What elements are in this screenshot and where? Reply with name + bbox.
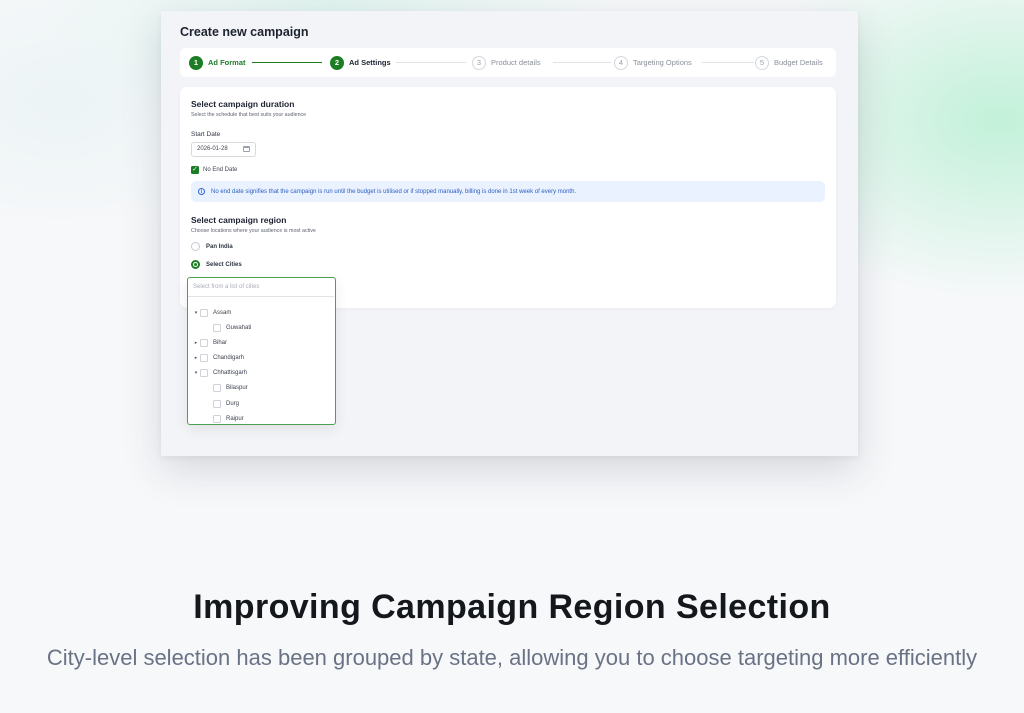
tree-item-chandigarh[interactable]: ▸ Chandigarh	[192, 353, 244, 363]
tree-checkbox[interactable]	[200, 369, 208, 377]
caret-right-icon[interactable]: ▸	[192, 355, 200, 361]
tree-item-bihar[interactable]: ▸ Bihar	[192, 338, 227, 348]
tree-label: Raipur	[226, 416, 244, 422]
step-number: 5	[755, 55, 769, 70]
start-date-value: 2026-01-28	[197, 146, 228, 152]
city-dropdown[interactable]: Select from a list of cities ▾ Assam Guw…	[187, 277, 336, 425]
caret-right-icon[interactable]: ▸	[192, 340, 200, 346]
step-label: Ad Format	[208, 58, 246, 67]
radio-button[interactable]	[191, 242, 200, 251]
step-connector-2	[396, 62, 466, 63]
region-subtitle: Choose locations where your audience is …	[191, 228, 316, 234]
stepper: 1 Ad Format 2 Ad Settings 3 Product deta…	[180, 48, 836, 77]
radio-label: Pan India	[206, 243, 233, 250]
tree-label: Chandigarh	[213, 355, 245, 361]
hero-headline: Improving Campaign Region Selection	[193, 588, 831, 626]
radio-label: Select Cities	[206, 261, 242, 268]
info-text: No end date signifies that the campaign …	[211, 188, 577, 195]
tree-label: Chhattisgarh	[213, 370, 248, 376]
tree-checkbox[interactable]	[200, 309, 208, 317]
step-product-details[interactable]: 3 Product details	[472, 55, 541, 70]
step-number: 2	[330, 55, 344, 70]
tree-item-raipur[interactable]: Raipur	[213, 414, 244, 424]
start-date-label: Start Date	[191, 131, 221, 138]
tree-item-chhattisgarh[interactable]: ▾ Chhattisgarh	[192, 368, 247, 378]
tree-label: Durg	[226, 401, 240, 407]
info-icon: i	[198, 188, 205, 195]
tree-item-assam[interactable]: ▾ Assam	[192, 308, 231, 318]
radio-select-cities[interactable]: Select Cities	[191, 260, 242, 269]
tree-item-durg[interactable]: Durg	[213, 399, 239, 409]
step-label: Product details	[491, 58, 541, 67]
no-end-date-checkbox[interactable]: ✓	[191, 166, 199, 174]
step-label: Ad Settings	[349, 58, 391, 67]
step-number: 3	[472, 55, 486, 70]
hero-subline: City-level selection has been grouped by…	[46, 645, 978, 670]
tree-label: Assam	[213, 310, 232, 316]
tree-checkbox[interactable]	[200, 354, 208, 362]
tree-checkbox[interactable]	[213, 384, 221, 392]
start-date-input[interactable]: 2026-01-28	[191, 142, 256, 157]
step-label: Budget Details	[774, 58, 823, 67]
tree-checkbox[interactable]	[213, 400, 221, 408]
region-title: Select campaign region	[191, 215, 287, 225]
no-end-date-row[interactable]: ✓ No End Date	[191, 166, 237, 174]
tree-checkbox[interactable]	[213, 324, 221, 332]
duration-subtitle: Select the schedule that best suits your…	[191, 112, 307, 118]
radio-pan-india[interactable]: Pan India	[191, 242, 233, 251]
calendar-icon[interactable]	[243, 146, 250, 152]
radio-button[interactable]	[191, 260, 200, 269]
tree-item-bilaspur[interactable]: Bilaspur	[213, 383, 248, 393]
step-connector-1	[252, 62, 322, 63]
settings-card: Select campaign duration Select the sche…	[180, 87, 836, 308]
tree-label: Guwahati	[226, 325, 252, 331]
page-title: Create new campaign	[180, 25, 309, 39]
tree-label: Bilaspur	[226, 385, 248, 391]
duration-title: Select campaign duration	[191, 99, 295, 109]
caret-down-icon[interactable]: ▾	[192, 370, 200, 376]
tree-checkbox[interactable]	[213, 415, 221, 423]
step-connector-4	[702, 62, 754, 63]
info-banner: i No end date signifies that the campaig…	[191, 181, 825, 202]
step-label: Targeting Options	[633, 58, 692, 67]
tree-label: Bihar	[213, 340, 228, 346]
step-number: 1	[189, 55, 203, 70]
tree-checkbox[interactable]	[200, 339, 208, 347]
step-ad-settings[interactable]: 2 Ad Settings	[330, 55, 391, 70]
caret-down-icon[interactable]: ▾	[192, 310, 200, 316]
tree-item-guwahati[interactable]: Guwahati	[213, 323, 251, 333]
step-number: 4	[614, 55, 628, 70]
step-budget-details[interactable]: 5 Budget Details	[755, 55, 823, 70]
no-end-date-label: No End Date	[203, 167, 238, 173]
city-search-input[interactable]: Select from a list of cities	[188, 278, 334, 297]
step-ad-format[interactable]: 1 Ad Format	[189, 55, 246, 70]
step-connector-3	[553, 62, 611, 63]
step-targeting-options[interactable]: 4 Targeting Options	[614, 55, 692, 70]
